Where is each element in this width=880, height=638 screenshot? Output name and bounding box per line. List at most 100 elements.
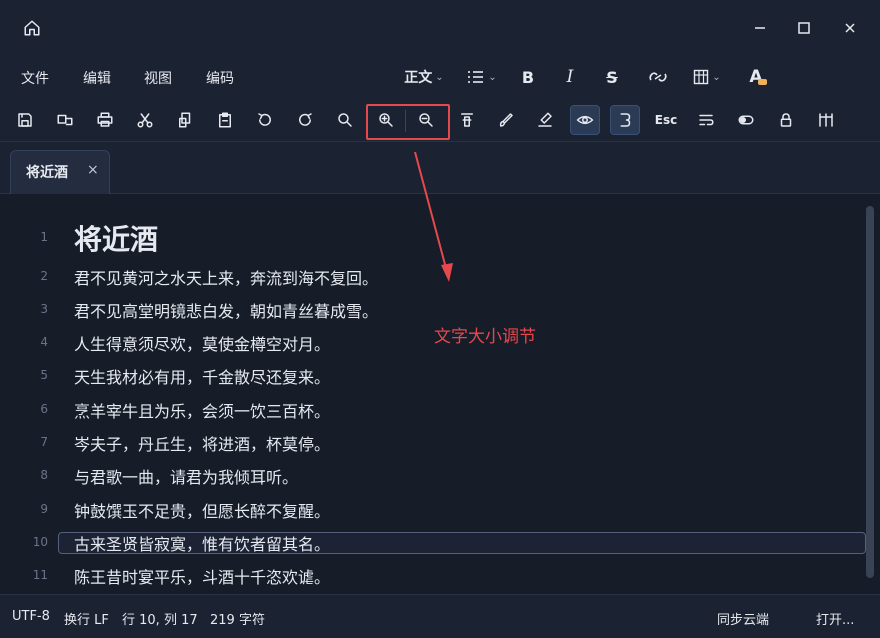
undo-button[interactable] <box>250 105 280 135</box>
text-line: 陈王昔时宴平乐，斗酒十千恣欢谑。 <box>74 568 331 587</box>
paste-icon <box>219 112 231 128</box>
lock-button[interactable] <box>771 105 801 135</box>
tab-title: 将近酒 <box>26 165 68 181</box>
list-dropdown[interactable]: ⌄ <box>464 66 500 88</box>
word-wrap-button[interactable] <box>691 105 721 135</box>
italic-label: I <box>566 67 574 87</box>
print-button[interactable] <box>90 105 120 135</box>
close-window-icon[interactable] <box>838 16 862 40</box>
strikethrough-button[interactable]: S <box>602 66 622 88</box>
home-icon[interactable] <box>20 16 44 40</box>
lock-icon <box>780 113 792 127</box>
theme-toggle[interactable] <box>731 105 761 135</box>
sync-cloud-button[interactable]: 同步云端 <box>717 609 769 628</box>
line-number: 6 <box>40 402 48 416</box>
text-line: 与君歌一曲，请君为我倾耳听。 <box>74 468 299 487</box>
link-button[interactable] <box>646 66 670 88</box>
status-encoding[interactable]: UTF-8 <box>12 609 50 624</box>
table-icon <box>694 69 709 85</box>
split-view-toggle[interactable] <box>610 105 640 135</box>
scissors-icon <box>137 113 153 128</box>
line-number: 2 <box>40 269 48 283</box>
copy-button[interactable] <box>170 105 200 135</box>
eye-icon <box>576 115 594 125</box>
pin-icon <box>461 113 473 127</box>
menu-bar: 文件 编辑 视图 编码 正文 ⌄ ⌄ B I S ⌄ A <box>0 56 880 98</box>
line-number: 4 <box>40 335 48 349</box>
line-number: 3 <box>40 302 48 316</box>
menu-view[interactable]: 视图 <box>144 68 172 88</box>
columns-icon <box>819 113 833 127</box>
columns-button[interactable] <box>811 105 841 135</box>
text-line: 古来圣贤皆寂寞，惟有饮者留其名。 <box>74 535 331 554</box>
paste-button[interactable] <box>210 105 240 135</box>
pin-on-top-button[interactable] <box>452 105 482 135</box>
status-cursor-position: 行 10, 列 17 <box>122 613 198 628</box>
toggle-icon <box>738 115 754 125</box>
highlighter-icon <box>538 112 552 127</box>
cut-button[interactable] <box>130 105 160 135</box>
esc-label: Esc <box>654 113 678 127</box>
menu-encoding[interactable]: 编码 <box>206 68 234 88</box>
save-as-icon <box>57 114 73 126</box>
save-icon <box>18 113 32 127</box>
line-number-gutter: 1 2 3 4 5 6 7 8 9 10 11 <box>0 194 56 594</box>
heading-line: 将近酒 <box>74 223 159 256</box>
escape-button[interactable]: Esc <box>651 105 681 135</box>
redo-icon <box>299 113 312 126</box>
chevron-down-icon: ⌄ <box>488 71 497 83</box>
chevron-down-icon: ⌄ <box>435 71 444 83</box>
font-color-swatch <box>758 79 767 85</box>
list-icon <box>468 71 484 83</box>
text-line: 人生得意须尽欢，莫使金樽空对月。 <box>74 335 331 354</box>
text-line: 君不见高堂明镜悲白发，朝如青丝暮成雪。 <box>74 302 379 321</box>
bold-label: B <box>521 67 535 87</box>
title-bar <box>0 0 880 56</box>
brush-icon <box>499 113 513 127</box>
menu-edit[interactable]: 编辑 <box>83 68 111 88</box>
status-char-count: 219 字符 <box>210 613 265 628</box>
find-button[interactable] <box>330 105 360 135</box>
tab-document[interactable]: 将近酒 × <box>10 150 110 194</box>
line-number: 11 <box>32 568 48 582</box>
bold-button[interactable]: B <box>518 66 538 88</box>
highlight-button[interactable] <box>530 105 560 135</box>
font-color-button[interactable]: A <box>744 66 768 88</box>
print-icon <box>97 112 113 127</box>
link-icon <box>649 72 667 82</box>
vertical-scrollbar[interactable] <box>866 206 874 578</box>
text-line: 君不见黄河之水天上来，奔流到海不复回。 <box>74 269 379 288</box>
status-bar: UTF-8 换行 LF 行 10, 列 17 219 字符 同步云端 打开... <box>0 594 880 638</box>
save-as-button[interactable] <box>50 105 80 135</box>
strike-label: S <box>606 67 618 87</box>
search-icon <box>338 113 352 127</box>
brush-button[interactable] <box>491 105 521 135</box>
wrap-icon <box>699 114 714 126</box>
maximize-icon[interactable] <box>792 16 816 40</box>
undo-icon <box>258 113 271 126</box>
preview-toggle[interactable] <box>570 105 600 135</box>
line-number: 10 <box>32 535 48 549</box>
paragraph-style-dropdown[interactable]: 正文 ⌄ <box>402 66 446 88</box>
redo-button[interactable] <box>290 105 320 135</box>
line-number: 5 <box>40 368 48 382</box>
paragraph-style-label: 正文 <box>404 70 433 86</box>
open-file-button[interactable]: 打开... <box>816 609 854 628</box>
line-number: 9 <box>40 502 48 516</box>
copy-icon <box>179 112 191 128</box>
close-tab-icon[interactable]: × <box>87 162 99 178</box>
italic-button[interactable]: I <box>560 66 580 88</box>
status-line-ending[interactable]: 换行 LF <box>64 609 109 628</box>
zoom-highlight-box <box>366 104 450 140</box>
chevron-down-icon: ⌄ <box>712 71 721 83</box>
line-number: 1 <box>40 230 48 244</box>
table-dropdown[interactable]: ⌄ <box>690 66 724 88</box>
minimize-icon[interactable] <box>748 16 772 40</box>
text-line: 烹羊宰牛且为乐，会须一饮三百杯。 <box>74 402 331 421</box>
split-view-icon <box>620 113 631 127</box>
save-button[interactable] <box>10 105 40 135</box>
line-number: 7 <box>40 435 48 449</box>
menu-file[interactable]: 文件 <box>21 68 49 88</box>
text-line: 钟鼓馔玉不足贵，但愿长醉不复醒。 <box>74 502 331 521</box>
editor-area[interactable]: 1 2 3 4 5 6 7 8 9 10 11 将近酒 君不见黄河之水天上来，奔… <box>0 194 880 594</box>
